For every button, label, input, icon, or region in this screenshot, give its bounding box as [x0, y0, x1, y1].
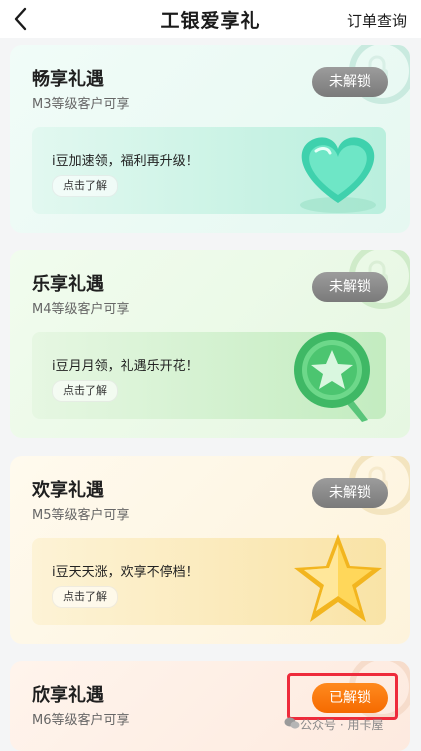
order-query-link[interactable]: 订单查询	[347, 10, 407, 31]
banner-text: i豆加速领，福利再升级！	[52, 154, 199, 169]
card-title: 乐享礼遇	[32, 274, 104, 295]
locked-badge: 未解锁	[312, 478, 388, 508]
card-title: 畅享礼遇	[32, 69, 104, 90]
learn-more-button[interactable]: 点击了解	[52, 175, 118, 197]
watermark-text: 公众号 · 用卡屋	[300, 718, 384, 732]
card-subtitle: M5等级客户可享	[32, 508, 130, 523]
promo-banner[interactable]: i豆加速领，福利再升级！ 点击了解	[32, 127, 386, 214]
card-subtitle: M3等级客户可享	[32, 97, 130, 112]
card-subtitle: M6等级客户可享	[32, 713, 130, 728]
banner-text: i豆天天涨，欢享不停档！	[52, 565, 199, 580]
banner-text: i豆月月领，礼遇乐开花！	[52, 359, 199, 374]
promo-banner[interactable]: i豆月月领，礼遇乐开花！ 点击了解	[32, 332, 386, 422]
learn-more-button[interactable]: 点击了解	[52, 586, 118, 608]
locked-badge: 未解锁	[312, 67, 388, 97]
benefit-card-m5: 欢享礼遇 M5等级客户可享 未解锁 i豆天天涨，欢享不停档！ 点击了解	[10, 456, 410, 644]
card-subtitle: M4等级客户可享	[32, 302, 130, 317]
gold-star-icon	[294, 534, 382, 622]
star-medal-icon	[294, 332, 370, 422]
card-title: 欢享礼遇	[32, 480, 104, 501]
card-title: 欣享礼遇	[32, 685, 104, 706]
wechat-icon	[284, 717, 300, 729]
annotation-highlight-box	[287, 673, 398, 720]
locked-badge: 未解锁	[312, 272, 388, 302]
promo-banner[interactable]: i豆天天涨，欢享不停档！ 点击了解	[32, 534, 386, 625]
benefit-card-m4: 乐享礼遇 M4等级客户可享 未解锁 i豆月月领，礼遇乐开花！ 点击了解	[10, 250, 410, 438]
benefit-card-m3: 畅享礼遇 M3等级客户可享 未解锁 i豆加速领，福利再升级！ 点击了解	[10, 45, 410, 233]
top-bar: 工银爱享礼 订单查询	[0, 0, 421, 38]
learn-more-button[interactable]: 点击了解	[52, 380, 118, 402]
heart-icon	[300, 137, 376, 213]
